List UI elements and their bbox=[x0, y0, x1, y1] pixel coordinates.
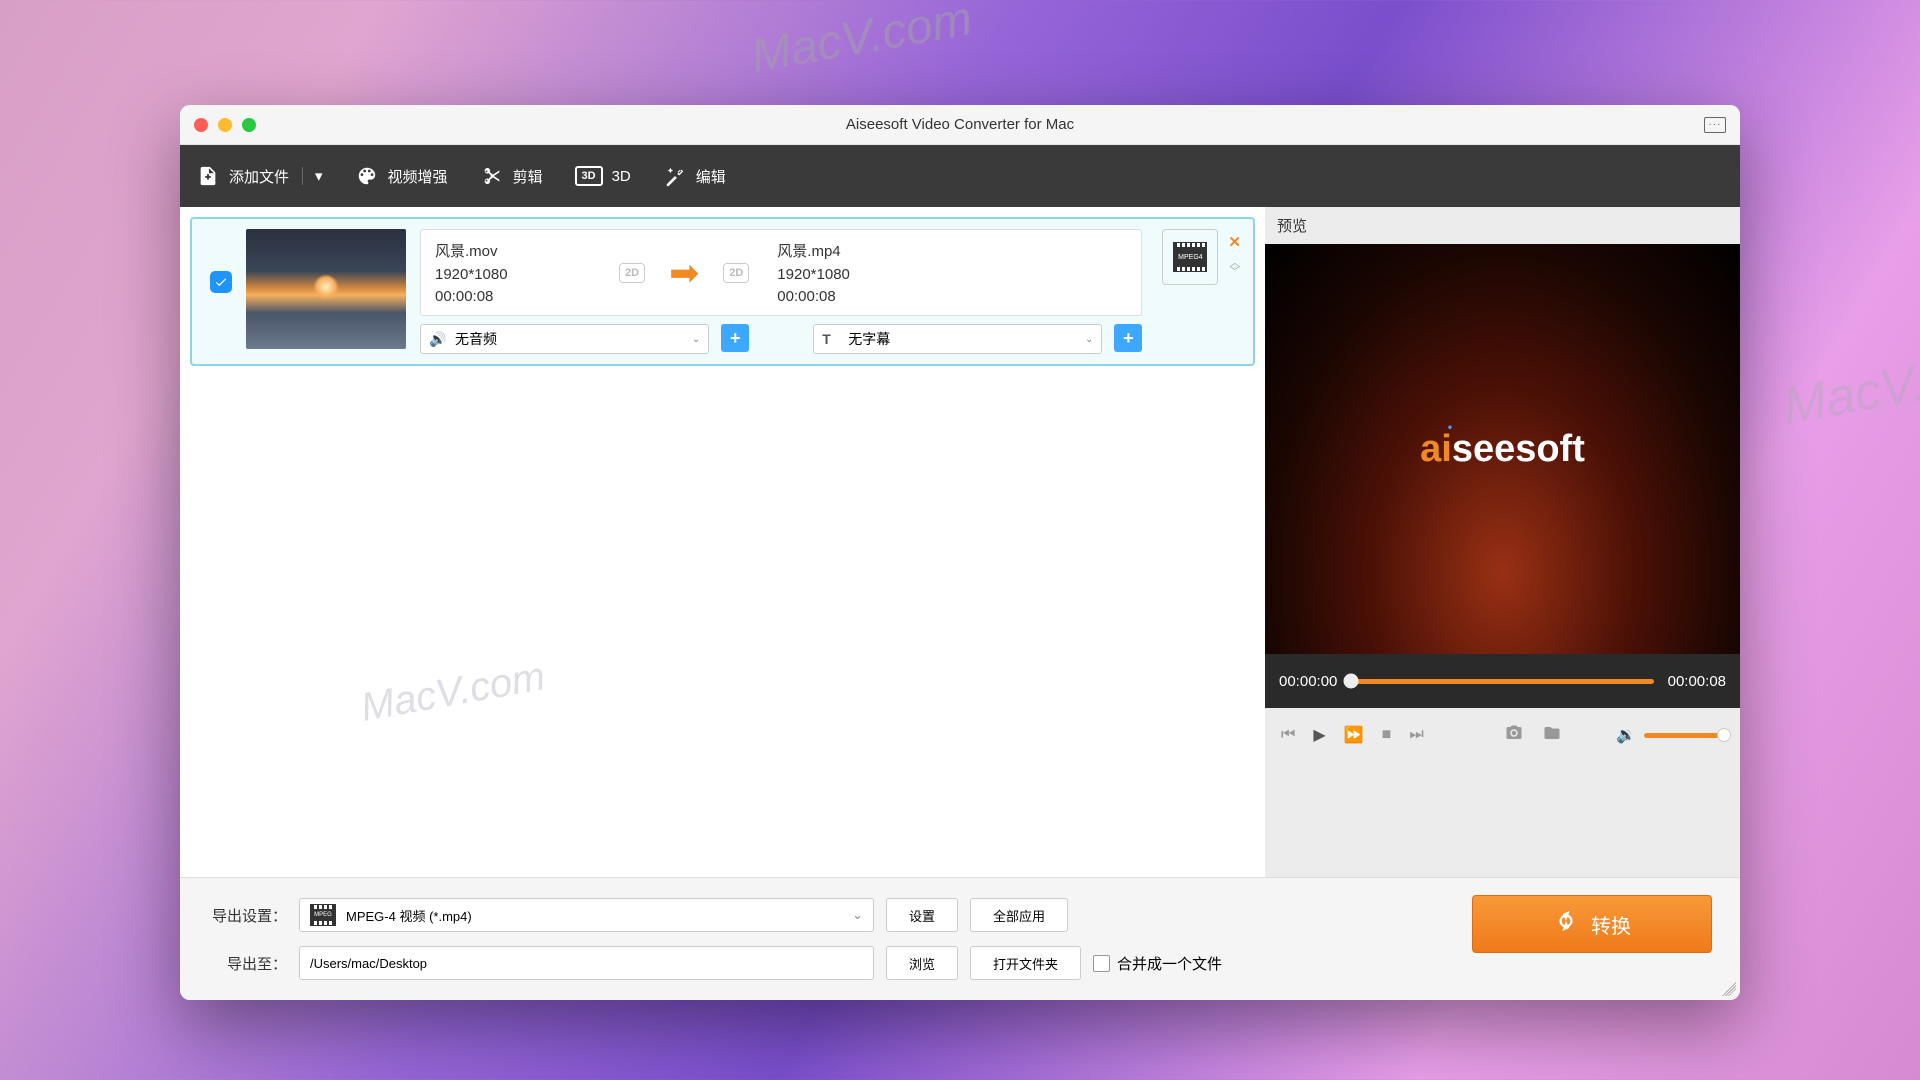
destination-input[interactable]: /Users/mac/Desktop bbox=[299, 946, 874, 980]
destination-label: 导出至： bbox=[202, 953, 287, 974]
subtitle-select[interactable]: T 无字幕 ⌄ bbox=[813, 324, 1102, 354]
preview-panel: 预览 aiseesoft 00:00:00 00:00:08 ⏮ ▶ ⏩ ■ ⏭ bbox=[1265, 207, 1740, 877]
settings-button[interactable]: 设置 bbox=[886, 898, 958, 932]
fast-forward-button[interactable]: ⏩ bbox=[1344, 725, 1364, 745]
profile-label: 导出设置： bbox=[202, 905, 287, 926]
arrow-right-icon: ➡ bbox=[669, 252, 699, 294]
content-area: 风景.mov 1920*1080 00:00:08 2D ➡ 2D 风景.mp4… bbox=[180, 207, 1740, 877]
prev-button[interactable]: ⏮ bbox=[1281, 726, 1295, 744]
threeD-label: 3D bbox=[612, 168, 631, 185]
snapshot-button[interactable] bbox=[1504, 724, 1524, 747]
minimize-button[interactable] bbox=[218, 118, 232, 132]
source-dim-badge: 2D bbox=[619, 263, 645, 283]
player-controls: ⏮ ▶ ⏩ ■ ⏭ 🔉 bbox=[1265, 708, 1740, 762]
film-icon: MPEG4 bbox=[1173, 242, 1207, 272]
volume-slider[interactable] bbox=[1644, 733, 1724, 738]
target-filename: 风景.mp4 bbox=[777, 240, 947, 261]
destination-value: /Users/mac/Desktop bbox=[310, 956, 863, 971]
stop-button[interactable]: ■ bbox=[1382, 726, 1392, 744]
cut-button[interactable]: 剪辑 bbox=[480, 165, 543, 187]
video-thumbnail bbox=[246, 229, 406, 349]
preview-title: 预览 bbox=[1265, 207, 1740, 244]
current-time: 00:00:00 bbox=[1279, 673, 1337, 690]
next-button[interactable]: ⏭ bbox=[1409, 726, 1423, 744]
app-window: Aiseesoft Video Converter for Mac ··· 添加… bbox=[180, 105, 1740, 1000]
edit-label: 编辑 bbox=[696, 166, 726, 187]
list-item[interactable]: 风景.mov 1920*1080 00:00:08 2D ➡ 2D 风景.mp4… bbox=[190, 217, 1255, 366]
add-subtitle-button[interactable]: + bbox=[1114, 324, 1142, 352]
audio-select[interactable]: 🔊 无音频 ⌄ bbox=[420, 324, 709, 354]
window-controls bbox=[194, 118, 256, 132]
main-toolbar: 添加文件 ▾ 视频增强 剪辑 3D 3D 编辑 bbox=[180, 145, 1740, 207]
window-title: Aiseesoft Video Converter for Mac bbox=[846, 116, 1074, 133]
watermark: MacV.co bbox=[1778, 343, 1920, 437]
close-button[interactable] bbox=[194, 118, 208, 132]
subtitle-value: 无字幕 bbox=[848, 329, 1077, 349]
add-file-dropdown[interactable]: ▾ bbox=[302, 167, 323, 185]
volume-icon[interactable]: 🔉 bbox=[1616, 725, 1636, 745]
palette-icon bbox=[355, 165, 379, 187]
target-dim-badge: 2D bbox=[723, 263, 749, 283]
remove-item-button[interactable]: ✕ bbox=[1228, 233, 1241, 251]
enhance-label: 视频增强 bbox=[388, 166, 448, 187]
text-icon: T bbox=[822, 331, 840, 347]
convert-button[interactable]: 转换 bbox=[1472, 895, 1712, 953]
source-resolution: 1920*1080 bbox=[435, 266, 605, 283]
enhance-button[interactable]: 视频增强 bbox=[355, 165, 448, 187]
open-folder-button[interactable]: 打开文件夹 bbox=[970, 946, 1081, 980]
source-duration: 00:00:08 bbox=[435, 288, 605, 305]
add-file-button[interactable]: 添加文件 ▾ bbox=[196, 165, 323, 187]
brand-logo: aiseesoft bbox=[1420, 428, 1585, 471]
threeD-button[interactable]: 3D 3D bbox=[575, 166, 631, 186]
cut-label: 剪辑 bbox=[513, 166, 543, 187]
time-bar: 00:00:00 00:00:08 bbox=[1265, 654, 1740, 708]
convert-label: 转换 bbox=[1591, 910, 1631, 939]
file-list: 风景.mov 1920*1080 00:00:08 2D ➡ 2D 风景.mp4… bbox=[180, 207, 1265, 877]
item-checkbox[interactable] bbox=[210, 271, 232, 293]
output-format-button[interactable]: MPEG4 bbox=[1162, 229, 1218, 285]
footer-bar: 导出设置： MPEG MPEG-4 视频 (*.mp4) ⌄ 设置 全部应用 导… bbox=[180, 877, 1740, 1000]
speaker-icon: 🔊 bbox=[429, 331, 447, 348]
add-file-icon bbox=[196, 165, 220, 187]
add-file-label: 添加文件 bbox=[229, 166, 289, 187]
seek-slider[interactable] bbox=[1351, 679, 1653, 684]
browse-button[interactable]: 浏览 bbox=[886, 946, 958, 980]
refresh-icon bbox=[1553, 908, 1579, 940]
move-down-button[interactable]: ﹀ bbox=[1229, 268, 1240, 277]
edit-button[interactable]: 编辑 bbox=[663, 165, 726, 187]
chevron-down-icon: ⌄ bbox=[692, 334, 700, 345]
add-audio-button[interactable]: + bbox=[721, 324, 749, 352]
preview-video: aiseesoft bbox=[1265, 244, 1740, 654]
wand-icon bbox=[663, 165, 687, 187]
titlebar: Aiseesoft Video Converter for Mac ··· bbox=[180, 105, 1740, 145]
zoom-button[interactable] bbox=[242, 118, 256, 132]
open-folder-button[interactable] bbox=[1542, 724, 1562, 747]
profile-value: MPEG-4 视频 (*.mp4) bbox=[346, 906, 842, 925]
resize-grip[interactable] bbox=[1722, 982, 1736, 996]
conversion-info: 风景.mov 1920*1080 00:00:08 2D ➡ 2D 风景.mp4… bbox=[420, 229, 1142, 316]
watermark: MacV.com bbox=[747, 0, 976, 84]
threeD-icon: 3D bbox=[575, 166, 603, 186]
total-time: 00:00:08 bbox=[1668, 673, 1726, 690]
merge-label: 合并成一个文件 bbox=[1117, 953, 1222, 974]
target-resolution: 1920*1080 bbox=[777, 266, 947, 283]
play-button[interactable]: ▶ bbox=[1313, 725, 1325, 745]
audio-value: 无音频 bbox=[455, 329, 684, 349]
source-filename: 风景.mov bbox=[435, 240, 605, 261]
chevron-down-icon: ⌄ bbox=[1085, 334, 1093, 345]
more-menu-button[interactable]: ··· bbox=[1704, 117, 1726, 133]
profile-select[interactable]: MPEG MPEG-4 视频 (*.mp4) ⌄ bbox=[299, 898, 874, 932]
target-duration: 00:00:08 bbox=[777, 288, 947, 305]
apply-all-button[interactable]: 全部应用 bbox=[970, 898, 1068, 932]
film-icon: MPEG bbox=[310, 904, 336, 926]
chevron-down-icon: ⌄ bbox=[852, 907, 863, 923]
scissors-icon bbox=[480, 165, 504, 187]
merge-checkbox[interactable] bbox=[1093, 955, 1110, 972]
